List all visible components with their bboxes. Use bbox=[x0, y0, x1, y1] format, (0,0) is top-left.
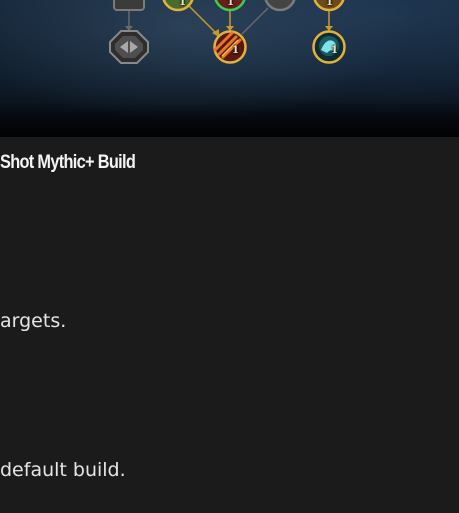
talent-node-top-3 bbox=[264, 0, 296, 12]
talent-tree-connectors bbox=[109, 0, 346, 64]
talent-node-top-1 bbox=[162, 0, 194, 12]
talent-node-b-hit[interactable] bbox=[214, 31, 246, 63]
rank-badge: 1 bbox=[326, 0, 333, 8]
connector-line bbox=[188, 5, 218, 35]
talent-node-top-1-octagon bbox=[113, 0, 145, 11]
talent-node-a-hit[interactable] bbox=[110, 31, 148, 63]
rank-badge: 1 bbox=[227, 0, 234, 8]
body-text-line: argets. bbox=[0, 310, 67, 332]
body-text-line: default build. bbox=[0, 459, 126, 481]
page: 1 1 1 1 1 Shot Mythic+ Build argets. def… bbox=[0, 0, 459, 513]
section-heading: Shot Mythic+ Build bbox=[0, 152, 136, 173]
connector-line bbox=[241, 7, 269, 35]
rank-badge: 1 bbox=[179, 0, 186, 8]
talent-node-c-hit[interactable] bbox=[313, 31, 345, 63]
talent-tree-banner: 1 1 1 1 1 bbox=[0, 0, 459, 137]
